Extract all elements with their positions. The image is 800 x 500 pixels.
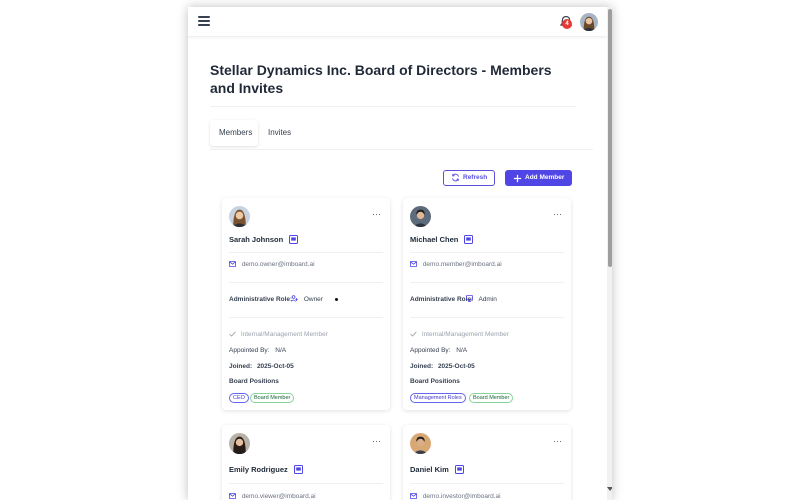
member-email-row: demo.viewer@imboard.ai bbox=[229, 493, 316, 500]
internal-member-row: Internal/Management Member bbox=[229, 331, 328, 338]
position-chip: CEO bbox=[229, 393, 249, 403]
card-divider bbox=[229, 252, 383, 253]
member-card: ··· Daniel Kim demo.investor@imboard.ai bbox=[403, 425, 571, 500]
member-email-row: demo.investor@imboard.ai bbox=[410, 493, 501, 500]
id-card-icon bbox=[454, 465, 464, 474]
joined-row: Joined: 2025-Oct-05 bbox=[410, 363, 475, 370]
menu-icon[interactable] bbox=[198, 16, 210, 26]
plus-icon bbox=[513, 174, 522, 182]
card-divider bbox=[229, 317, 383, 318]
vertical-scrollbar[interactable] bbox=[607, 7, 612, 500]
notification-badge: 4 bbox=[562, 19, 572, 29]
more-icon[interactable]: ··· bbox=[372, 436, 381, 446]
mail-icon bbox=[229, 261, 236, 267]
member-card: ··· Sarah Johnson demo.owner@imboard.ai … bbox=[222, 198, 390, 410]
member-role-label: Owner bbox=[303, 296, 323, 303]
add-member-label: Add Member bbox=[525, 174, 565, 181]
tabs-divider bbox=[210, 149, 593, 150]
member-avatar bbox=[410, 433, 431, 454]
member-card: ··· Emily Rodriguez demo.viewer@imboard.… bbox=[222, 425, 390, 500]
internal-member-label: Internal/Management Member bbox=[240, 331, 328, 338]
refresh-label: Refresh bbox=[463, 174, 488, 181]
add-member-button[interactable]: Add Member bbox=[505, 170, 572, 186]
appointed-by-row: Appointed By: N/A bbox=[229, 347, 286, 354]
joined-row: Joined: 2025-Oct-05 bbox=[229, 363, 294, 370]
member-name-row: Daniel Kim bbox=[410, 465, 464, 474]
joined-label: Joined: bbox=[229, 363, 253, 370]
appointed-by-label: Appointed By: bbox=[410, 347, 451, 354]
internal-member-label: Internal/Management Member bbox=[421, 331, 509, 338]
member-avatar bbox=[410, 206, 431, 227]
tab-bar: Members Invites bbox=[210, 120, 305, 146]
card-divider bbox=[410, 317, 564, 318]
member-role: Owner bbox=[291, 295, 323, 303]
member-name: Emily Rodriguez bbox=[229, 465, 288, 474]
check-icon bbox=[229, 331, 236, 337]
refresh-icon bbox=[452, 173, 459, 182]
member-email[interactable]: demo.member@imboard.ai bbox=[423, 261, 502, 268]
joined-label: Joined: bbox=[410, 363, 434, 370]
member-name-row: Michael Chen bbox=[410, 235, 474, 244]
internal-member-row: Internal/Management Member bbox=[410, 331, 509, 338]
member-role: Admin bbox=[466, 295, 497, 303]
more-icon[interactable]: ··· bbox=[372, 209, 381, 219]
position-chip: Management Roles bbox=[410, 393, 466, 403]
member-name-row: Sarah Johnson bbox=[229, 235, 299, 244]
joined-value: 2025-Oct-05 bbox=[437, 363, 475, 370]
position-chip: Board Member bbox=[469, 393, 514, 403]
member-avatar bbox=[229, 433, 250, 454]
appointed-by-value: N/A bbox=[275, 347, 287, 354]
member-card: ··· Michael Chen demo.member@imboard.ai … bbox=[403, 198, 571, 410]
position-chip: Board Member bbox=[250, 393, 295, 403]
scroll-down-arrow-icon[interactable] bbox=[607, 487, 612, 491]
role-indicator-dot bbox=[335, 298, 338, 301]
owner-icon bbox=[291, 295, 298, 302]
admin-role-label: Administrative Role: bbox=[410, 296, 474, 303]
tab-invites[interactable]: Invites bbox=[268, 120, 298, 146]
member-email-row: demo.owner@imboard.ai bbox=[229, 261, 315, 268]
joined-value: 2025-Oct-05 bbox=[256, 363, 294, 370]
member-role-label: Admin bbox=[478, 296, 497, 303]
card-divider bbox=[410, 282, 564, 283]
id-card-icon bbox=[293, 465, 303, 474]
refresh-button[interactable]: Refresh bbox=[443, 170, 495, 186]
card-divider bbox=[410, 252, 564, 253]
admin-role-label: Administrative Role: bbox=[229, 296, 293, 303]
scrollbar-thumb[interactable] bbox=[608, 9, 612, 267]
more-icon[interactable]: ··· bbox=[553, 209, 562, 219]
mail-icon bbox=[410, 261, 417, 267]
mail-icon bbox=[229, 493, 236, 499]
member-email[interactable]: demo.owner@imboard.ai bbox=[242, 261, 315, 268]
member-email-row: demo.member@imboard.ai bbox=[410, 261, 502, 268]
top-bar: 4 bbox=[188, 7, 608, 37]
member-email[interactable]: demo.viewer@imboard.ai bbox=[242, 493, 316, 500]
appointed-by-label: Appointed By: bbox=[229, 347, 270, 354]
card-divider bbox=[229, 282, 383, 283]
check-icon bbox=[410, 331, 417, 337]
member-name: Sarah Johnson bbox=[229, 235, 284, 244]
board-positions-label: Board Positions bbox=[229, 378, 279, 385]
member-avatar bbox=[229, 206, 250, 227]
title-divider bbox=[210, 106, 576, 107]
more-icon[interactable]: ··· bbox=[553, 436, 562, 446]
member-name-row: Emily Rodriguez bbox=[229, 465, 303, 474]
member-name: Michael Chen bbox=[410, 235, 459, 244]
appointed-by-row: Appointed By: N/A bbox=[410, 347, 467, 354]
member-email[interactable]: demo.investor@imboard.ai bbox=[423, 493, 501, 500]
page-title: Stellar Dynamics Inc. Board of Directors… bbox=[210, 62, 552, 96]
tab-members[interactable]: Members bbox=[210, 120, 258, 146]
appointed-by-value: N/A bbox=[456, 347, 468, 354]
admin-icon bbox=[466, 295, 473, 302]
card-divider bbox=[410, 483, 564, 484]
card-divider bbox=[229, 483, 383, 484]
id-card-icon bbox=[464, 235, 474, 244]
app-window: 4 Stellar Dynamics Inc. Board of Directo… bbox=[188, 7, 612, 500]
board-positions-label: Board Positions bbox=[410, 378, 460, 385]
user-avatar[interactable] bbox=[580, 13, 598, 31]
id-card-icon bbox=[289, 235, 299, 244]
mail-icon bbox=[410, 493, 417, 499]
member-name: Daniel Kim bbox=[410, 465, 449, 474]
